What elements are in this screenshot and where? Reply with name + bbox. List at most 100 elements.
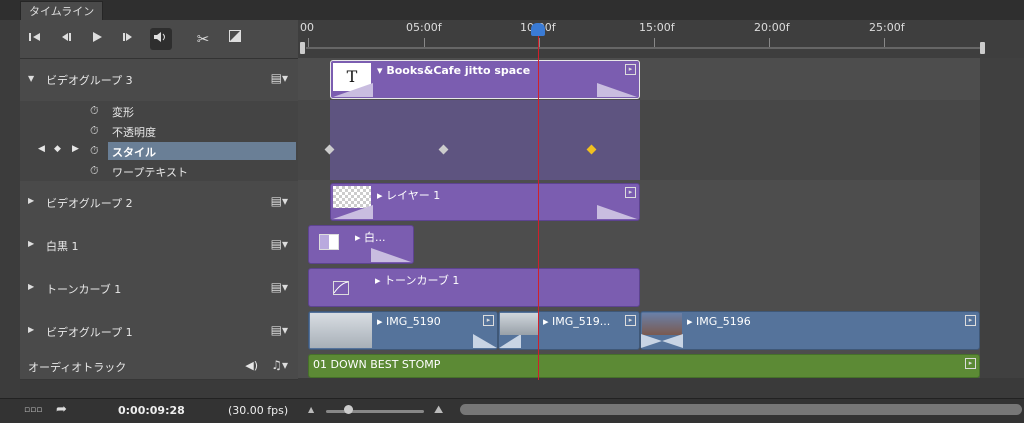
property-row-opacity[interactable]: ⏱ 不透明度 [20, 121, 298, 142]
property-label: スタイル [112, 146, 156, 159]
property-label: 不透明度 [112, 126, 156, 139]
layer-label: トーンカーブ 1 [46, 283, 122, 296]
previous-frame-button[interactable] [54, 28, 76, 50]
layer-row-bw1[interactable]: ▶ 白黒 1 ▤▾ [20, 223, 298, 267]
playhead-handle[interactable] [531, 23, 545, 36]
play-icon [93, 32, 102, 42]
text-layer-clip[interactable]: T ▾ Books&Cafe jitto space ▸ [330, 60, 640, 99]
work-area-bar [306, 47, 980, 49]
clip-end-icon[interactable]: ▸ [965, 358, 976, 369]
clip-end-icon[interactable]: ▸ [625, 187, 636, 198]
stopwatch-icon[interactable]: ⏱ [90, 164, 99, 178]
transition-icon [499, 334, 521, 348]
film-menu-icon[interactable]: ▤▾ [271, 237, 288, 251]
expand-triangle-icon[interactable]: ▶ [28, 196, 34, 205]
current-timecode: 0:00:09:28 [118, 404, 185, 417]
property-row-transform[interactable]: ⏱ 変形 [20, 101, 298, 122]
image-clip-5196[interactable]: ▸ IMG_5196 ▸ [640, 311, 980, 350]
layer-row-video-group-3[interactable]: ▼ ビデオグループ 3 ▤▾ [20, 59, 298, 102]
render-arrow-icon[interactable]: ➦ [56, 402, 67, 417]
panel-options-icon[interactable]: ▫▫▫ [24, 405, 42, 415]
go-to-first-frame-icon [29, 33, 40, 41]
timeline-tab[interactable]: タイムライン [20, 1, 104, 21]
curves-adjustment-icon [333, 281, 349, 295]
next-frame-button[interactable] [118, 28, 140, 50]
transition-button[interactable] [224, 28, 246, 50]
clip-end-icon[interactable]: ▸ [625, 64, 636, 75]
film-menu-icon[interactable]: ▤▾ [271, 71, 288, 85]
layer-label: ビデオグループ 3 [46, 74, 133, 87]
bw-adjustment-clip[interactable]: ▸ 白... [308, 225, 414, 264]
property-row-warp-text[interactable]: ⏱ ワープテキスト [20, 161, 298, 182]
split-button[interactable]: ✂ [192, 28, 214, 50]
stopwatch-icon[interactable]: ⏱ [90, 124, 99, 138]
clip-name: ▸ トーンカーブ 1 [375, 274, 460, 287]
previous-keyframe-icon[interactable]: ◀ [38, 144, 45, 154]
layer-label: 白黒 1 [46, 240, 79, 253]
panel-tab-bar: タイムライン [0, 0, 1024, 21]
clip-name: ▸ IMG_5196 [687, 315, 751, 328]
expand-triangle-icon[interactable]: ▶ [28, 239, 34, 248]
playhead-line [538, 30, 539, 380]
image-clip-5190[interactable]: ▸ IMG_5190 ▸ [308, 311, 498, 350]
layer-row-audio-track[interactable]: オーディオトラック ◀) ♫▾ [20, 352, 298, 380]
zoom-slider-track[interactable] [326, 410, 424, 413]
music-note-menu-icon[interactable]: ♫▾ [271, 358, 288, 372]
audio-toggle-button[interactable] [150, 28, 172, 50]
clip-end-icon[interactable]: ▸ [965, 315, 976, 326]
work-area-end-handle[interactable] [980, 42, 985, 54]
expand-triangle-icon[interactable]: ▶ [28, 282, 34, 291]
next-keyframe-icon[interactable]: ▶ [72, 144, 79, 154]
stopwatch-icon[interactable]: ⏱ [90, 104, 99, 118]
film-menu-icon[interactable]: ▤▾ [271, 280, 288, 294]
film-menu-icon[interactable]: ▤▾ [271, 323, 288, 337]
property-row-style[interactable]: ◀ ◆ ▶ ⏱ スタイル [20, 141, 298, 162]
collapse-triangle-icon[interactable]: ▼ [28, 74, 34, 83]
property-label: 変形 [112, 106, 134, 119]
expand-triangle-icon[interactable]: ▶ [28, 325, 34, 334]
transport-controls: ✂ [20, 20, 298, 59]
zoom-in-icon[interactable]: ⛰ [434, 403, 443, 417]
ruler-label: 15:00f [639, 21, 675, 34]
clip-title: Books&Cafe jitto space [386, 64, 531, 77]
clip-name: 01 DOWN BEST STOMP [313, 358, 441, 371]
ruler-label: 20:00f [754, 21, 790, 34]
work-area-start-handle[interactable] [300, 42, 305, 54]
clip-name: ▸ 白... [355, 231, 386, 244]
zoom-out-icon[interactable]: ▲ [308, 405, 314, 414]
tone-curve-clip[interactable]: ▸ トーンカーブ 1 [308, 268, 640, 307]
property-label: ワープテキスト [112, 166, 189, 179]
speaker-icon[interactable]: ◀) [245, 359, 258, 372]
time-ruler[interactable]: 00 05:00f 10:00f 15:00f 20:00f 25:00f [298, 20, 1024, 59]
film-menu-icon[interactable]: ▤▾ [271, 194, 288, 208]
horizontal-scrollbar[interactable] [460, 404, 1022, 415]
clip-title: IMG_5196 [696, 315, 751, 328]
clip-title: レイヤー 1 [386, 189, 441, 202]
fade-out-icon [597, 205, 637, 219]
play-button[interactable] [86, 28, 108, 50]
audio-clip[interactable]: 01 DOWN BEST STOMP ▸ [308, 354, 980, 378]
layer1-clip[interactable]: ▸ レイヤー 1 ▸ [330, 183, 640, 221]
track-overflow-area [980, 58, 1024, 378]
clip-name: ▸ IMG_519... [543, 315, 611, 328]
ruler-label: 25:00f [869, 21, 905, 34]
clip-end-icon[interactable]: ▸ [483, 315, 494, 326]
fade-out-icon [597, 83, 637, 97]
layer-row-tone-curve1[interactable]: ▶ トーンカーブ 1 ▤▾ [20, 266, 298, 310]
go-to-first-frame-button[interactable] [24, 28, 46, 50]
previous-frame-icon [62, 33, 71, 41]
transition-icon [641, 334, 683, 348]
add-keyframe-icon[interactable]: ◆ [54, 144, 61, 154]
scissors-icon: ✂ [196, 30, 210, 48]
layer-label: オーディオトラック [28, 361, 127, 374]
clip-name: ▸ レイヤー 1 [377, 189, 441, 202]
clip-end-icon[interactable]: ▸ [625, 315, 636, 326]
layer-row-video-group-2[interactable]: ▶ ビデオグループ 2 ▤▾ [20, 181, 298, 224]
zoom-slider-thumb[interactable] [344, 405, 353, 414]
layer-row-video-group-1[interactable]: ▶ ビデオグループ 1 ▤▾ [20, 309, 298, 353]
property-lanes-shading [330, 100, 640, 180]
image-clip-519[interactable]: ▸ IMG_519... ▸ [498, 311, 640, 350]
ruler-label: 05:00f [406, 21, 442, 34]
stopwatch-icon[interactable]: ⏱ [90, 144, 99, 158]
timeline-track-area[interactable]: T ▾ Books&Cafe jitto space ▸ ▸ レイヤー 1 ▸ … [298, 58, 980, 379]
